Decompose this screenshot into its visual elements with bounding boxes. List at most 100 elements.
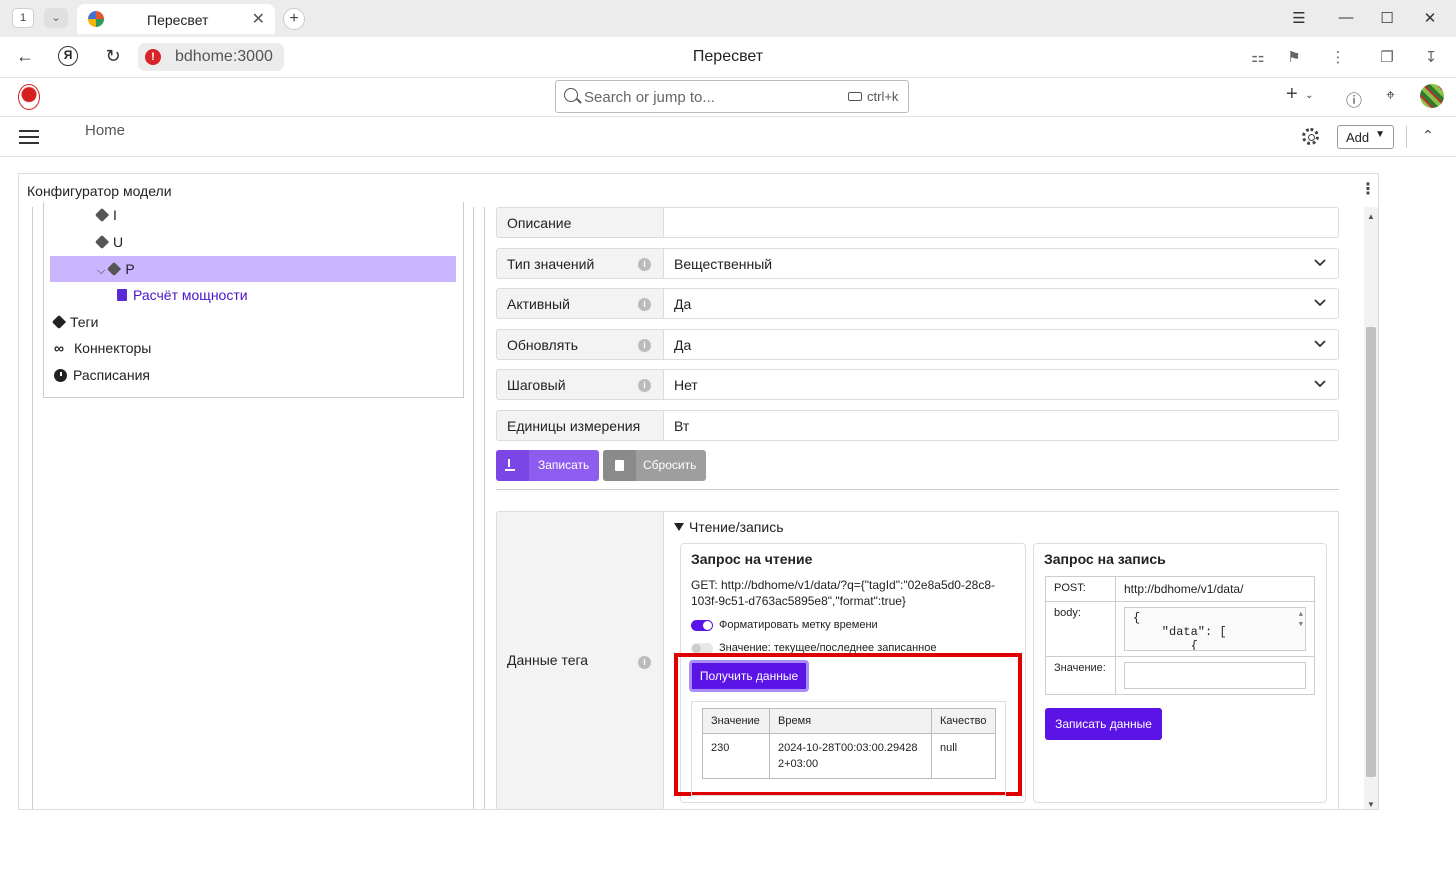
tree-item-u[interactable]: U <box>94 234 123 250</box>
body-textarea[interactable]: { "data": [ {▲ ▼ <box>1124 607 1306 651</box>
link-icon: ∞ <box>54 340 64 356</box>
yandex-icon[interactable]: Я <box>58 46 78 66</box>
new-plus-icon[interactable]: + <box>1286 83 1298 106</box>
info-icon[interactable]: i <box>638 298 651 311</box>
bookmark-icon[interactable]: ⚑ <box>1284 48 1304 66</box>
collections-icon[interactable]: ❐ <box>1377 48 1397 66</box>
scrollbar-thumb[interactable] <box>1366 327 1376 777</box>
field-label: Обновлять <box>507 337 578 353</box>
format-timestamp-label: Форматировать метку времени <box>719 619 878 631</box>
search-icon <box>564 88 578 102</box>
write-data-button[interactable]: Записать данные <box>1045 708 1162 740</box>
column-header: Время <box>769 708 932 734</box>
new-tab-plus-icon[interactable]: + <box>283 8 305 30</box>
table-row: body: { "data": [ {▲ ▼ <box>1045 601 1315 657</box>
field-label: Активный <box>507 296 570 312</box>
field-description: Описание <box>496 207 1339 238</box>
download-icon[interactable]: ↧ <box>1421 48 1441 66</box>
more-vertical-icon[interactable]: ⋮ <box>1328 48 1348 66</box>
breadcrumb[interactable]: Home <box>85 122 125 139</box>
tree-item-p[interactable]: ⌵ P <box>97 261 135 278</box>
tree-item-power-calc[interactable]: Расчёт мощности <box>117 287 248 303</box>
table-cell: 2024-10-28T00:03:00.294282+03:00 <box>769 733 932 779</box>
info-icon[interactable]: i <box>638 339 651 352</box>
minimize-icon[interactable]: — <box>1336 9 1356 26</box>
tree-item-connectors[interactable]: ∞ Коннекторы <box>54 340 151 356</box>
chevron-down-icon[interactable]: ⌵ <box>97 265 105 278</box>
divider <box>496 489 1339 490</box>
rss-icon[interactable]: ⌖ <box>1386 87 1395 105</box>
maximize-icon[interactable]: ☐ <box>1377 9 1397 27</box>
model-configurator-panel: Конфигуратор модели ⋮ I U ⌵ P Расчёт мощн… <box>18 173 1379 810</box>
divider <box>1406 126 1407 148</box>
post-key: POST: <box>1045 576 1116 602</box>
value-type-select[interactable]: Вещественный <box>663 248 1339 279</box>
menu-hamburger-icon[interactable]: ☰ <box>1289 9 1309 27</box>
tag-icon <box>107 261 122 277</box>
scroll-down-icon[interactable]: ▼ <box>1367 800 1375 809</box>
chevron-down-icon <box>1314 259 1326 267</box>
tag-icon <box>94 234 110 250</box>
chevron-down-icon: ▼ <box>1375 129 1385 140</box>
reload-icon[interactable]: ↻ <box>102 46 124 67</box>
tree-item-tags[interactable]: Теги <box>51 314 98 330</box>
new-chevron-down-icon[interactable]: ⌄ <box>1305 90 1313 101</box>
search-input[interactable] <box>584 86 834 108</box>
info-icon[interactable]: i <box>638 258 651 271</box>
info-icon[interactable]: i <box>638 379 651 392</box>
back-arrow-icon[interactable]: ← <box>14 46 36 67</box>
table-header-row: Значение Время Качество <box>702 708 996 734</box>
add-button[interactable]: Add ▼ <box>1337 125 1394 149</box>
info-icon[interactable]: i <box>638 656 651 669</box>
keyboard-icon <box>848 92 862 101</box>
field-label: Единицы измерения <box>496 410 663 441</box>
chevron-up-icon[interactable]: ⌃ <box>1422 127 1434 144</box>
field-value-type: Тип значений i Вещественный <box>496 248 1339 279</box>
search-box[interactable]: ctrl+k <box>555 80 909 113</box>
translate-icon[interactable]: ⚏ <box>1248 48 1268 66</box>
app-logo[interactable] <box>18 84 40 110</box>
scrollbar-arrows-icon[interactable]: ▲ ▼ <box>1299 610 1303 630</box>
update-select[interactable]: Да <box>663 329 1339 360</box>
stepped-select[interactable]: Нет <box>663 369 1339 400</box>
field-active: Активный i Да <box>496 288 1339 319</box>
write-value-input[interactable] <box>1124 662 1306 689</box>
address-bar: ← Я ↻ ! bdhome:3000 Пересвет ⚏ ⚑ ⋮ ❐ ↧ <box>0 37 1456 78</box>
chevron-down-icon <box>1314 380 1326 388</box>
browser-tab[interactable]: Пересвет ✕ <box>77 4 275 34</box>
close-icon[interactable]: ✕ <box>252 9 265 29</box>
tab-list-chevron-icon[interactable]: ⌄ <box>44 8 68 28</box>
panel-title: Конфигуратор модели <box>27 183 172 199</box>
vertical-scrollbar[interactable]: ▲ ▼ <box>1364 207 1378 809</box>
table-cell: null <box>931 733 996 779</box>
scroll-up-icon[interactable]: ▲ <box>1367 212 1375 221</box>
browser-tab-bar: 1 ⌄ Пересвет ✕ + ☰ — ☐ ✕ <box>0 0 1456 37</box>
format-timestamp-switch[interactable] <box>691 620 713 631</box>
app-header: ctrl+k + ⌄ ⓘ ⌖ <box>0 78 1456 117</box>
post-url: http://bdhome/v1/data/ <box>1115 576 1315 602</box>
field-update: Обновлять i Да <box>496 329 1339 360</box>
tree-item-i[interactable]: I <box>94 207 117 223</box>
read-result-table: Значение Время Качество 230 2024-10-28T0… <box>702 708 996 779</box>
description-input[interactable] <box>663 207 1339 238</box>
gear-icon[interactable] <box>1302 128 1319 145</box>
tree-item-schedules[interactable]: Расписания <box>54 367 150 383</box>
url-field[interactable]: ! bdhome:3000 <box>138 43 284 71</box>
tab-counter[interactable]: 1 <box>12 8 34 28</box>
user-avatar[interactable] <box>1420 84 1444 108</box>
help-icon[interactable]: ⓘ <box>1346 87 1362 111</box>
tag-icon <box>94 207 110 223</box>
insecure-warning-icon[interactable]: ! <box>145 49 161 65</box>
search-shortcut-hint: ctrl+k <box>867 89 899 104</box>
menu-hamburger-icon[interactable] <box>19 130 39 144</box>
reset-button[interactable]: Сбросить <box>603 450 706 481</box>
save-button-label: Записать <box>538 458 590 472</box>
read-write-toggle[interactable]: Чтение/запись <box>674 519 784 535</box>
more-vertical-icon[interactable]: ⋮ <box>1357 178 1378 202</box>
get-data-button[interactable]: Получить данные <box>689 660 809 692</box>
units-input[interactable]: Вт <box>663 410 1339 441</box>
window-close-icon[interactable]: ✕ <box>1420 9 1440 27</box>
active-select[interactable]: Да <box>663 288 1339 319</box>
save-button[interactable]: Записать <box>496 450 599 481</box>
clock-icon <box>54 369 67 382</box>
